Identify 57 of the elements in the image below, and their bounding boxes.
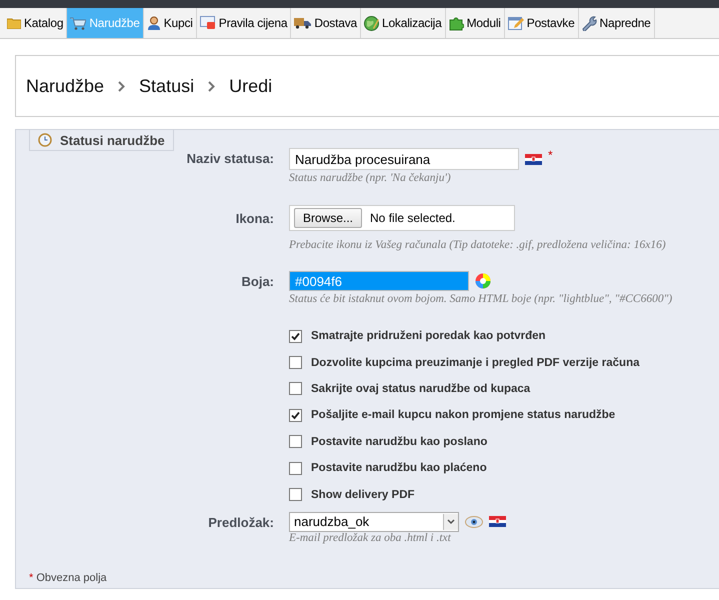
globe-icon [364, 16, 379, 30]
puzzle-icon [448, 16, 464, 30]
field-hint: Status narudžbe (npr. 'Na čekanju') [289, 172, 452, 184]
breadcrumb-item: Uredi [229, 76, 272, 96]
color-wheel-icon[interactable] [475, 273, 491, 289]
field-label: Ikona: [234, 210, 274, 228]
flag-icon[interactable] [489, 516, 506, 528]
field-label: Naziv statusa: [186, 150, 274, 168]
eye-icon[interactable] [465, 516, 483, 528]
breadcrumb-item[interactable]: Statusi [139, 76, 194, 96]
field-hint: E-mail predložak za oba .html i .txt [289, 532, 452, 544]
price-card-icon [200, 16, 216, 30]
menu-tab[interactable]: Pravila cijena [196, 8, 292, 38]
file-status: No file selected. [370, 211, 456, 225]
checkbox-label: Smatrajte pridruženi poredak kao potvrđen [311, 330, 546, 342]
cart-icon [70, 16, 86, 30]
checkbox-label: Pošaljite e-mail kupcu nakon promjene status narudžbe [311, 409, 616, 422]
wrench-icon [582, 16, 597, 30]
menu-tab[interactable]: Napredne [578, 8, 655, 38]
clock-icon [38, 133, 52, 147]
checkbox[interactable] [289, 356, 302, 370]
checkbox-label: Postavite narudžbu kao poslano [311, 436, 488, 448]
checkbox[interactable] [289, 462, 302, 475]
person-icon [146, 16, 161, 30]
pencil-form-icon [508, 16, 524, 30]
chevron-icon [118, 80, 126, 92]
menu-tab[interactable]: Postavke [504, 8, 579, 38]
checkbox[interactable] [289, 330, 302, 343]
field-hint: Status će bit istaknut ovom bojom. Samo HTML boje (npr. "lightblue", "#CC6600") [289, 293, 674, 305]
legend-title: Statusi narudžbe [60, 132, 165, 148]
breadcrumb-item[interactable]: Narudžbe [26, 76, 104, 96]
template-select[interactable]: narudzba_ok [289, 512, 459, 532]
menu-tab[interactable]: Lokalizacija [360, 8, 446, 38]
checkbox-label: Sakrijte ovaj status narudžbe od kupaca [311, 382, 530, 395]
flag-icon[interactable] [525, 154, 542, 164]
checkbox[interactable] [289, 488, 302, 502]
chevron-icon [208, 80, 216, 92]
menu-tab[interactable]: Dostava [291, 8, 361, 38]
checkbox[interactable] [289, 408, 302, 422]
text-field[interactable]: Narudžba procesuirana [289, 148, 519, 170]
truck-icon [294, 17, 312, 29]
field-label: Predložak: [207, 514, 274, 532]
checkbox-label: Dozvolite kupcima preuzimanje i pregled PDF verzije računa [311, 356, 640, 369]
required-note: * Obvezna polja [29, 572, 108, 584]
file-field[interactable]: Browse... No file selected. [289, 205, 515, 231]
checkbox[interactable] [289, 435, 302, 448]
folder-icon [7, 17, 21, 29]
field-label: Boja: [240, 273, 274, 291]
menu-tab[interactable]: Kupci [144, 8, 197, 38]
checkbox-label: Postavite narudžbu kao plaćeno [311, 462, 487, 474]
checkbox[interactable] [289, 382, 302, 396]
caret-icon[interactable] [447, 518, 455, 525]
browse-button[interactable]: Browse... [294, 208, 362, 228]
checkbox-label: Show delivery PDF [311, 488, 415, 501]
field-hint: Prebacite ikonu iz Vašeg računala (Tip datoteke: .gif, predložena veličina: 16x16) [289, 239, 667, 251]
menu-tab[interactable]: Moduli [446, 8, 505, 38]
required-mark: * [548, 148, 553, 162]
